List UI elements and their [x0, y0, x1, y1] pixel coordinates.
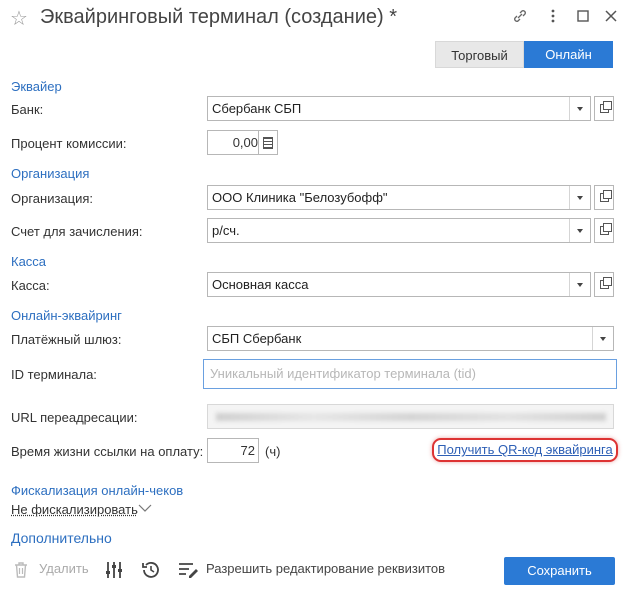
commission-field[interactable]: 0,00 — [207, 130, 262, 155]
terminal-id-label: ID терминала: — [11, 367, 97, 382]
chevron-down-icon — [600, 336, 606, 341]
link-icon[interactable] — [512, 8, 528, 24]
account-field[interactable]: р/сч. — [207, 218, 591, 243]
edit-list-icon — [178, 561, 200, 582]
bank-open-button[interactable] — [594, 96, 614, 121]
get-qr-code-link[interactable]: Получить QR-код эквайринга — [432, 438, 618, 462]
account-open-button[interactable] — [594, 218, 614, 243]
page-title: Эквайринговый терминал (создание) * — [40, 6, 398, 28]
org-field[interactable]: ООО Клиника "Белозубофф" — [207, 185, 591, 210]
bank-label: Банк: — [11, 102, 44, 117]
commission-label: Процент комиссии: — [11, 136, 127, 151]
tab-online[interactable]: Онлайн — [524, 41, 613, 68]
gateway-value: СБП Сбербанк — [212, 331, 302, 346]
account-dropdown-button[interactable] — [569, 219, 590, 242]
chevron-down-icon — [577, 228, 583, 233]
open-icon — [599, 101, 612, 113]
section-cash: Касса — [11, 254, 47, 269]
section-extra[interactable]: Дополнительно — [11, 530, 112, 546]
chevron-down-icon[interactable] — [138, 502, 152, 514]
link-lifetime-input[interactable]: 72 — [207, 438, 259, 463]
cashdesk-label: Касса: — [11, 278, 50, 293]
calculator-icon — [263, 136, 273, 149]
history-icon[interactable] — [140, 559, 162, 584]
tab-trade[interactable]: Торговый — [435, 41, 524, 68]
cashdesk-field[interactable]: Основная касса — [207, 272, 591, 297]
gateway-field[interactable]: СБП Сбербанк — [207, 326, 614, 351]
section-organization: Организация — [11, 166, 90, 181]
close-icon[interactable] — [603, 8, 619, 24]
settings-sliders-icon[interactable] — [104, 560, 124, 583]
chevron-down-icon — [577, 282, 583, 287]
fiscal-option-select[interactable]: Не фискализировать — [11, 502, 138, 517]
account-value: р/сч. — [212, 223, 240, 238]
chevron-down-icon — [577, 106, 583, 111]
minimize-icon[interactable] — [575, 8, 591, 24]
allow-edit-button[interactable]: Разрешить редактирование реквизитов — [206, 561, 445, 576]
gateway-label: Платёжный шлюз: — [11, 332, 122, 347]
terminal-id-input[interactable]: Уникальный идентификатор терминала (tid) — [203, 359, 617, 389]
bank-dropdown-button[interactable] — [569, 97, 590, 120]
link-lifetime-unit: (ч) — [265, 444, 281, 459]
bank-field[interactable]: Сбербанк СБП — [207, 96, 591, 121]
redirect-url-label: URL переадресации: — [11, 410, 138, 425]
cashdesk-value: Основная касса — [212, 277, 309, 292]
org-label: Организация: — [11, 191, 94, 206]
open-icon — [599, 277, 612, 289]
favorite-star-icon[interactable]: ☆ — [10, 6, 28, 31]
account-label: Счет для зачисления: — [11, 224, 143, 239]
cashdesk-dropdown-button[interactable] — [569, 273, 590, 296]
section-acquirer: Эквайер — [11, 79, 62, 94]
cashdesk-open-button[interactable] — [594, 272, 614, 297]
more-icon[interactable] — [545, 8, 561, 24]
open-icon — [599, 223, 612, 235]
gateway-dropdown-button[interactable] — [592, 327, 613, 350]
calculator-button[interactable] — [258, 130, 278, 155]
save-button[interactable]: Сохранить — [504, 557, 615, 585]
open-icon — [599, 190, 612, 202]
redirect-url-blurred-value — [216, 413, 606, 421]
org-dropdown-button[interactable] — [569, 186, 590, 209]
org-value: ООО Клиника "Белозубофф" — [212, 190, 388, 205]
section-online: Онлайн-эквайринг — [11, 308, 122, 323]
link-lifetime-label: Время жизни ссылки на оплату: — [11, 444, 204, 459]
mode-tabs: Торговый Онлайн — [435, 41, 613, 68]
trash-icon[interactable] — [13, 561, 29, 582]
delete-button[interactable]: Удалить — [39, 561, 89, 576]
section-fiscal: Фискализация онлайн-чеков — [11, 483, 184, 498]
bank-value: Сбербанк СБП — [212, 101, 302, 116]
redirect-url-field — [207, 404, 614, 429]
chevron-down-icon — [577, 195, 583, 200]
org-open-button[interactable] — [594, 185, 614, 210]
